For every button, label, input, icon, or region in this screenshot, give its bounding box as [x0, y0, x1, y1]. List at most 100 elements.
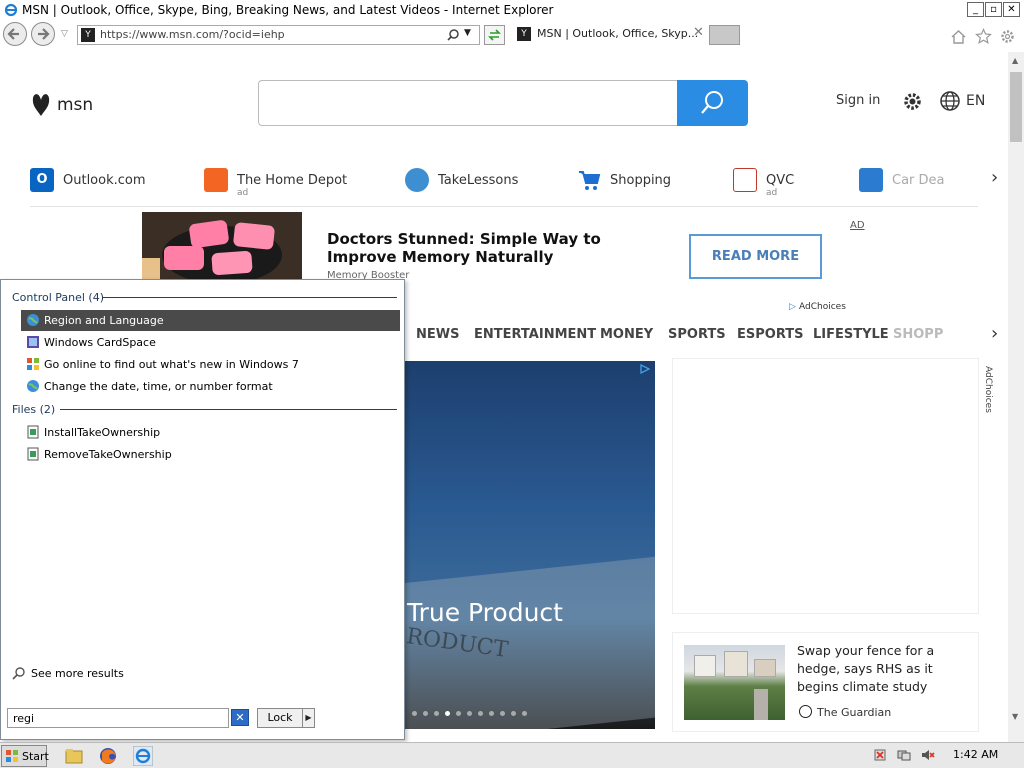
new-tab-button[interactable] [709, 25, 740, 45]
categories-next-icon[interactable]: › [991, 323, 998, 344]
outlook-icon: O [30, 168, 54, 192]
history-dropdown-icon[interactable]: ▽ [61, 29, 68, 39]
result-windows-cardspace[interactable]: Windows CardSpace [21, 332, 400, 353]
internet-explorer-icon[interactable] [133, 746, 153, 766]
ad-triangle-icon[interactable] [640, 364, 650, 374]
quick-link-car-deals[interactable]: Car Deal [859, 168, 945, 198]
result-label: InstallTakeOwnership [44, 426, 161, 439]
quick-link-home-depot[interactable]: The Home Depot ad [204, 168, 354, 198]
result-whats-new-windows-7[interactable]: Go online to find out what's new in Wind… [21, 354, 400, 375]
quick-links-next-icon[interactable]: › [991, 167, 998, 188]
section-divider [60, 409, 397, 410]
sign-in-link[interactable]: Sign in [836, 93, 880, 108]
see-more-results-link[interactable]: See more results [31, 667, 124, 680]
ad-headline[interactable]: Doctors Stunned: Simple Way to Improve M… [327, 230, 667, 266]
msn-search-input[interactable] [258, 80, 678, 126]
quick-link-shopping[interactable]: Shopping [577, 168, 697, 198]
car-icon [859, 168, 883, 192]
lock-button[interactable]: Lock [257, 708, 303, 728]
minimize-button[interactable]: _ [967, 2, 984, 17]
shopping-cart-icon [579, 171, 601, 190]
tab-close-icon[interactable]: ✕ [693, 25, 704, 40]
news-card-headline[interactable]: Swap your fence for a hedge, says RHS as… [797, 642, 972, 696]
file-explorer-icon[interactable] [64, 746, 84, 766]
ad-slot [672, 358, 979, 614]
msn-logo-text[interactable]: msn [57, 95, 93, 115]
windows-logo-icon [6, 750, 18, 762]
category-esports[interactable]: ESPORTS [737, 327, 803, 342]
takelessons-icon [405, 168, 429, 192]
quick-link-qvc[interactable]: QVC ad [733, 168, 823, 198]
result-remove-take-ownership[interactable]: RemoveTakeOwnership [21, 444, 400, 465]
quick-link-outlook[interactable]: O Outlook.com [30, 168, 170, 198]
scroll-down-icon[interactable]: ▼ [1012, 712, 1018, 721]
category-news[interactable]: NEWS [416, 327, 459, 342]
address-dropdown-icon[interactable]: ▼ [464, 28, 471, 38]
star-icon[interactable] [975, 28, 992, 45]
search-icon[interactable] [446, 28, 460, 42]
clear-search-button[interactable]: ✕ [231, 709, 249, 726]
hero-carousel[interactable]: RODUCT [404, 361, 655, 729]
volume-muted-icon[interactable] [921, 748, 935, 762]
hero-title[interactable]: True Product [407, 598, 563, 627]
maximize-button[interactable]: ▫ [985, 2, 1002, 17]
msn-search-button[interactable] [677, 80, 748, 126]
ad-image[interactable] [142, 212, 302, 284]
tools-gear-icon[interactable] [999, 28, 1016, 45]
section-divider [103, 297, 397, 298]
read-more-button[interactable]: READ MORE [689, 234, 822, 279]
quick-link-label: Shopping [610, 173, 672, 188]
ad-label[interactable]: AD [850, 220, 865, 231]
back-button[interactable] [3, 22, 27, 46]
globe-icon[interactable] [939, 90, 961, 112]
category-entertainment[interactable]: ENTERTAINMENT [474, 327, 596, 342]
news-card-image[interactable] [684, 645, 785, 720]
action-center-icon[interactable] [873, 748, 887, 762]
adchoices-icon[interactable]: ▷ [789, 302, 796, 312]
section-header-control-panel[interactable]: Control Panel (4) [12, 291, 104, 304]
the-guardian-icon [799, 705, 812, 718]
quick-link-label: QVC [766, 173, 795, 188]
network-icon[interactable] [897, 748, 911, 762]
taskbar: Start [0, 742, 1024, 768]
qvc-icon [733, 168, 757, 192]
page-scrollbar[interactable]: ▲ ▼ [1008, 52, 1024, 742]
forward-arrow-icon [38, 28, 50, 40]
result-change-date-time-format[interactable]: Change the date, time, or number format [21, 376, 400, 397]
category-money[interactable]: MONEY [600, 327, 653, 342]
result-install-take-ownership[interactable]: InstallTakeOwnership [21, 422, 400, 443]
close-button[interactable]: ✕ [1003, 2, 1020, 17]
address-bar[interactable]: Y https://www.msn.com/?ocid=iehp ▼ [77, 25, 480, 45]
news-card-source[interactable]: The Guardian [817, 706, 891, 719]
scrollbar-thumb[interactable] [1010, 72, 1022, 142]
msn-favicon: Y [517, 27, 531, 41]
tab-msn[interactable]: Y MSN | Outlook, Office, Skyp... ✕ [513, 25, 708, 45]
magnifier-icon [701, 91, 723, 114]
quick-link-takelessons[interactable]: TakeLessons [405, 168, 535, 198]
shutdown-options-arrow[interactable]: ▶ [302, 708, 315, 728]
home-icon[interactable] [950, 28, 967, 45]
category-shopping[interactable]: SHOPP [893, 327, 943, 342]
ad-marker: ad [237, 188, 249, 198]
gear-icon[interactable] [902, 91, 923, 112]
region-globe-icon [27, 314, 39, 326]
start-button[interactable]: Start [1, 745, 49, 767]
scroll-up-icon[interactable]: ▲ [1012, 56, 1018, 65]
msn-butterfly-icon[interactable] [30, 90, 52, 118]
language-selector[interactable]: EN [966, 93, 985, 109]
category-lifestyle[interactable]: LIFESTYLE [813, 327, 889, 342]
adchoices-vertical[interactable]: AdChoices [983, 366, 993, 413]
taskbar-clock[interactable]: 1:42 AM [953, 748, 998, 761]
refresh-button[interactable] [484, 25, 505, 45]
category-sports[interactable]: SPORTS [668, 327, 726, 342]
result-region-and-language[interactable]: Region and Language [21, 310, 400, 331]
section-header-files[interactable]: Files (2) [12, 403, 55, 416]
firefox-icon[interactable] [98, 746, 118, 766]
start-search-value: regi [13, 712, 35, 725]
cardspace-icon [27, 336, 39, 348]
carousel-dots[interactable] [412, 705, 533, 719]
forward-button[interactable] [31, 22, 55, 46]
refresh-icon [488, 29, 501, 41]
adchoices-link[interactable]: AdChoices [799, 302, 846, 312]
start-search-input[interactable]: regi [7, 708, 229, 728]
